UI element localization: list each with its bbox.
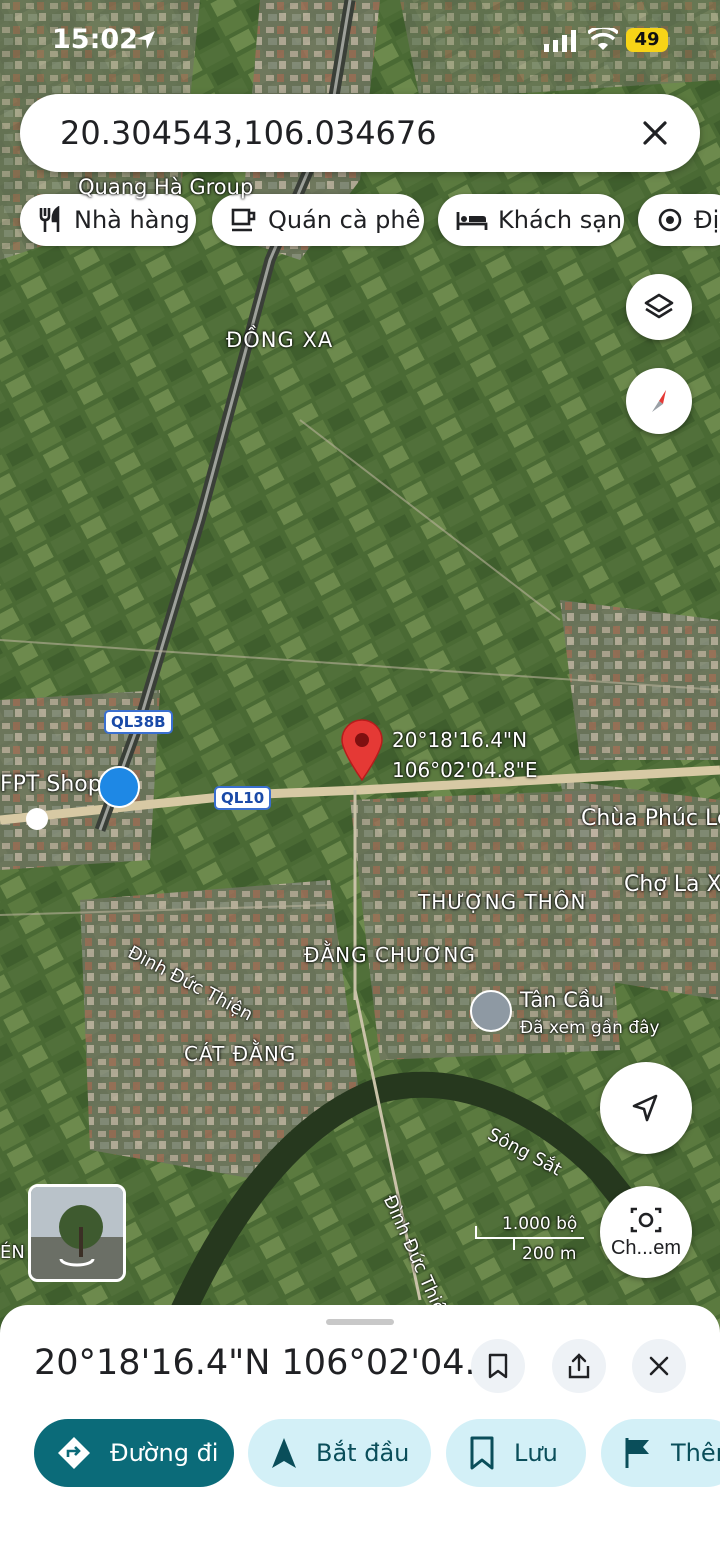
navigation-arrow-outline-icon [632, 1094, 658, 1122]
chip-label: Quán cà phê [268, 206, 421, 234]
map-label-dong-xa: ĐỒNG XA [226, 328, 334, 352]
place-title: 20°18'16.4"N 106°02'04... [34, 1343, 498, 1383]
camera-icon [630, 1207, 662, 1232]
pin-longitude-label: 106°02'04.8"E [392, 758, 538, 782]
chip-label: Nhà hàng [74, 206, 190, 234]
compass-icon [652, 390, 666, 412]
layers-icon [644, 293, 674, 319]
more-button[interactable]: Thêm [601, 1419, 720, 1487]
battery-indicator: 49 [626, 28, 668, 52]
map-label-tan-cau-subtitle: Đã xem gần đây [520, 1018, 660, 1038]
chip-label: Địa [694, 206, 720, 234]
search-input[interactable]: 20.304543,106.034676 [60, 114, 437, 152]
save-label: Lưu [514, 1439, 558, 1467]
clear-search-icon[interactable] [638, 116, 672, 150]
bed-icon [456, 212, 488, 230]
save-place-button[interactable] [471, 1339, 525, 1393]
road-badge-ql10: QL10 [214, 786, 272, 810]
map-label-tan-cau[interactable]: Tân Cầu [520, 988, 604, 1012]
chip-restaurants[interactable]: Nhà hàng [20, 194, 196, 246]
share-button[interactable] [552, 1339, 606, 1393]
cellular-signal-icon [544, 30, 576, 52]
directions-button[interactable]: Đường đi [34, 1419, 234, 1487]
status-time: 15:02 [52, 24, 138, 55]
map-label-chua-phuc-le[interactable]: Chùa Phúc Lé [581, 806, 720, 831]
camera-label: Ch...em [610, 1236, 682, 1259]
place-bottom-sheet[interactable]: 20°18'16.4"N 106°02'04... Đường đi Bắt đ… [0, 1305, 720, 1557]
road-badge-ql38b: QL38B [104, 710, 173, 734]
status-bar: 15:02 49 [0, 0, 720, 80]
temple-icon[interactable] [470, 990, 512, 1032]
navigation-arrow-icon [272, 1438, 296, 1468]
map-label-cat-dang: CÁT ĐẰNG [184, 1042, 297, 1066]
directions-icon [58, 1437, 90, 1469]
chip-hotels[interactable]: Khách sạn [438, 194, 624, 246]
map-label-cho-la-x[interactable]: Chợ La X [624, 872, 720, 897]
share-icon [568, 1353, 590, 1379]
sheet-drag-handle[interactable] [326, 1319, 394, 1325]
close-icon [649, 1356, 669, 1376]
directions-label: Đường đi [110, 1439, 219, 1467]
dropped-pin-icon[interactable] [338, 718, 386, 782]
street-view-thumbnail[interactable] [28, 1184, 126, 1282]
start-label: Bắt đầu [316, 1439, 410, 1467]
camera-search-button[interactable]: Ch...em [600, 1186, 692, 1278]
start-button[interactable]: Bắt đầu [248, 1419, 431, 1487]
layers-button[interactable] [626, 274, 692, 340]
wifi-icon [588, 28, 618, 50]
chip-coffee[interactable]: Quán cà phê [212, 194, 424, 246]
chip-label: Khách sạn [498, 206, 623, 234]
chip-landmarks[interactable]: Địa [638, 194, 720, 246]
map-label-dang-chuong: ĐẰNG CHƯƠNG [304, 943, 476, 967]
compass-button[interactable] [626, 368, 692, 434]
map-label-quang-ha[interactable]: Quang Hà Group [78, 175, 253, 199]
fork-knife-icon [39, 206, 60, 232]
street-view-image [31, 1187, 123, 1279]
my-location-button[interactable] [600, 1062, 692, 1154]
save-button[interactable]: Lưu [446, 1419, 586, 1487]
bookmark-outline-icon [488, 1353, 508, 1379]
bookmark-icon [470, 1436, 494, 1470]
close-sheet-button[interactable] [632, 1339, 686, 1393]
more-label: Thêm [671, 1439, 720, 1467]
map-scale: 1.000 bộ 200 m [474, 1214, 586, 1264]
scale-label-metric: 200 m [522, 1244, 577, 1264]
search-bar[interactable]: 20.304543,106.034676 [20, 94, 700, 172]
map-label-edge: ÉN [0, 1242, 25, 1263]
map-label-thuong-thon: THƯỢNG THÔN [418, 890, 587, 914]
pin-latitude-label: 20°18'16.4"N [392, 728, 528, 752]
landmark-icon [658, 208, 682, 232]
map-label-fpt-shop[interactable]: FPT Shop [0, 772, 102, 797]
bus-stop-icon[interactable] [26, 808, 48, 830]
scale-label-imperial: 1.000 bộ [502, 1214, 578, 1234]
shopping-bag-icon[interactable] [98, 766, 140, 808]
location-arrow-icon [137, 31, 155, 49]
flag-icon [625, 1438, 649, 1468]
coffee-cup-icon [231, 208, 256, 232]
